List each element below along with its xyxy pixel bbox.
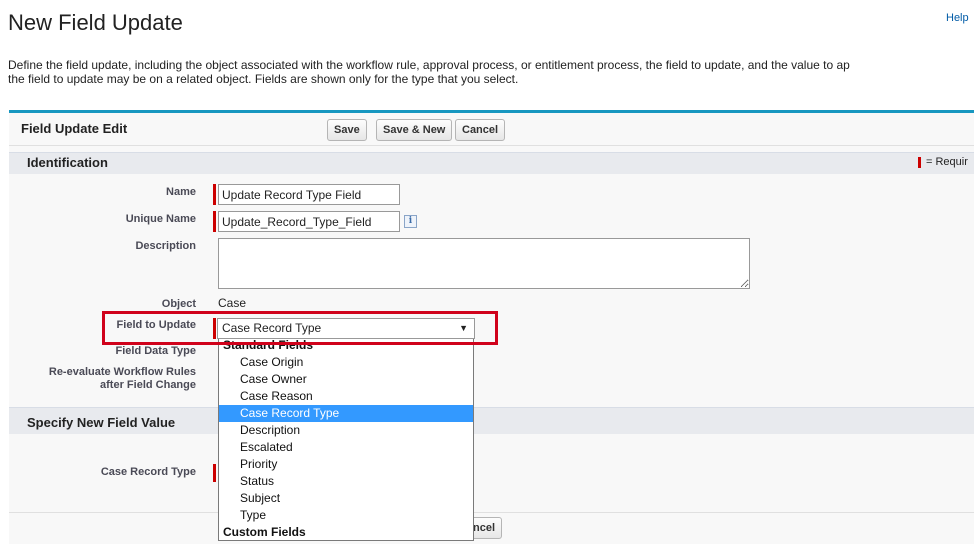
dropdown-option-type[interactable]: Type: [219, 507, 473, 524]
description-label: Description: [135, 240, 196, 252]
intro-text: Define the field update, including the o…: [8, 58, 974, 86]
name-required-bar: [213, 184, 216, 205]
name-label: Name: [166, 186, 196, 198]
field-to-update-dropdown-list[interactable]: Standard Fields Case Origin Case Owner C…: [218, 339, 474, 541]
reevaluate-label-line-2: after Field Change: [100, 379, 196, 391]
identification-section-header: [9, 152, 974, 174]
reevaluate-label-line-1: Re-evaluate Workflow Rules: [48, 366, 196, 378]
identification-section-title: Identification: [27, 155, 108, 170]
help-link[interactable]: Help: [946, 12, 969, 24]
save-button[interactable]: Save: [327, 119, 367, 141]
dropdown-option-case-origin[interactable]: Case Origin: [219, 354, 473, 371]
description-textarea[interactable]: [218, 238, 750, 289]
required-legend-bar: [918, 157, 921, 168]
dropdown-option-subject[interactable]: Subject: [219, 490, 473, 507]
page-title: New Field Update: [8, 10, 183, 35]
dropdown-option-status[interactable]: Status: [219, 473, 473, 490]
dropdown-option-description[interactable]: Description: [219, 422, 473, 439]
unique-name-input[interactable]: [218, 211, 400, 232]
dropdown-group-custom-fields: Custom Fields: [223, 525, 306, 539]
cancel-button[interactable]: Cancel: [455, 119, 506, 141]
case-record-type-required-bar: [213, 464, 216, 482]
panel-title: Field Update Edit: [21, 121, 128, 136]
object-label: Object: [161, 298, 196, 310]
dropdown-option-case-reason[interactable]: Case Reason: [219, 388, 473, 405]
highlight-annotation-box: [102, 311, 498, 345]
required-legend-text: = Requir: [926, 156, 968, 168]
info-icon[interactable]: i: [404, 215, 417, 228]
reevaluate-label: Re-evaluate Workflow Rules after Field C…: [20, 366, 196, 392]
unique-name-required-bar: [213, 211, 216, 232]
case-record-type-label: Case Record Type: [100, 466, 196, 478]
field-data-type-label: Field Data Type: [115, 345, 196, 357]
object-value: Case: [218, 296, 247, 310]
name-input[interactable]: [218, 184, 400, 205]
dropdown-option-case-owner[interactable]: Case Owner: [219, 371, 473, 388]
dropdown-option-priority[interactable]: Priority: [219, 456, 473, 473]
intro-line-1: Define the field update, including the o…: [8, 58, 850, 72]
new-value-section-title: Specify New Field Value: [27, 415, 176, 430]
dropdown-option-escalated[interactable]: Escalated: [219, 439, 473, 456]
unique-name-label: Unique Name: [125, 213, 196, 225]
intro-line-2: the field to update may be on a related …: [8, 72, 519, 86]
save-and-new-button[interactable]: Save & New: [376, 119, 453, 141]
dropdown-option-case-record-type[interactable]: Case Record Type: [219, 405, 473, 422]
